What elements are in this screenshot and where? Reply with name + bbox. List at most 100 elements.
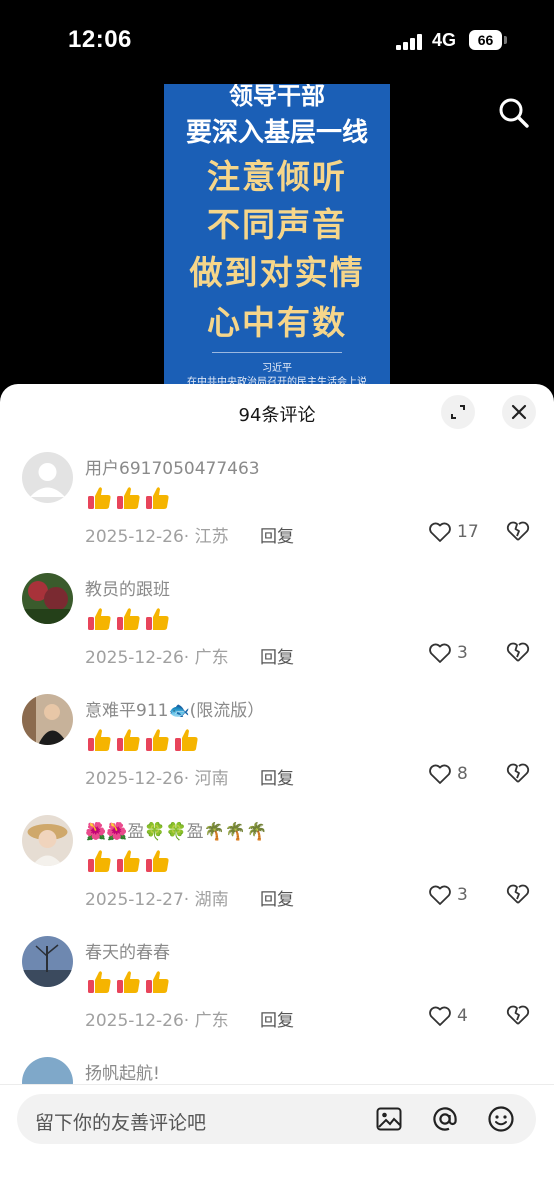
comment-username[interactable]: 用户6917050477463 — [85, 454, 260, 479]
thumbs-up-icon — [114, 605, 142, 633]
broken-heart-icon — [506, 884, 530, 904]
like-count: 3 — [457, 885, 468, 905]
dislike-button[interactable] — [506, 640, 530, 664]
comment-location: 广东 — [194, 648, 229, 668]
comment-location: 河南 — [194, 769, 229, 789]
comment-date: 2025-12-26 — [85, 769, 184, 789]
like-count: 3 — [457, 643, 468, 663]
emoji-button[interactable] — [487, 1105, 515, 1133]
thumbs-up-icon — [85, 484, 113, 512]
comment-meta: 2025-12-26· 广东 — [85, 1011, 229, 1031]
comment-meta: 2025-12-26· 广东 — [85, 648, 229, 668]
comment-item[interactable]: 用户6917050477463 2025-12-26· 江苏 回复 17 — [0, 452, 554, 572]
dislike-button[interactable] — [506, 1003, 530, 1027]
video-text-line: 心中有数 — [207, 303, 347, 342]
avatar[interactable] — [22, 815, 73, 866]
thumbs-up-icon — [114, 968, 142, 996]
comment-location: 湖南 — [194, 890, 229, 910]
thumbs-up-icon — [143, 726, 171, 754]
search-button[interactable] — [496, 95, 532, 131]
comment-location: 江苏 — [194, 527, 229, 547]
comment-date: 2025-12-26 — [85, 527, 184, 547]
thumbs-up-icon — [114, 726, 142, 754]
dislike-button[interactable] — [506, 882, 530, 906]
divider — [212, 352, 342, 353]
avatar[interactable] — [22, 452, 73, 503]
image-button[interactable] — [375, 1105, 403, 1133]
heart-icon — [429, 1006, 451, 1026]
comment-location: 广东 — [194, 1011, 229, 1031]
thumbs-up-icon — [143, 847, 171, 875]
expand-button[interactable] — [441, 395, 475, 429]
heart-icon — [429, 764, 451, 784]
broken-heart-icon — [506, 763, 530, 783]
search-icon — [499, 98, 529, 128]
video-caption-author: 习近平 — [262, 363, 292, 374]
broken-heart-icon — [506, 642, 530, 662]
broken-heart-icon — [506, 1005, 530, 1025]
comment-date: 2025-12-27 — [85, 890, 184, 910]
thumbs-up-icon — [85, 605, 113, 633]
comment-username[interactable]: 春天的春春 — [85, 938, 170, 963]
close-button[interactable] — [502, 395, 536, 429]
comment-item[interactable]: 🌺🌺盈🍀🍀盈🌴🌴🌴 2025-12-27· 湖南 回复 3 — [0, 815, 554, 935]
comment-text — [85, 605, 172, 635]
comment-input-placeholder: 留下你的友善评论吧 — [35, 1112, 207, 1134]
reply-button[interactable]: 回复 — [260, 643, 294, 668]
comment-text — [85, 726, 201, 756]
comment-item[interactable]: 春天的春春 2025-12-26· 广东 回复 4 — [0, 936, 554, 1056]
reply-button[interactable]: 回复 — [260, 764, 294, 789]
video-text-line: 领导干部 — [229, 84, 325, 110]
thumbs-up-icon — [85, 726, 113, 754]
comment-username[interactable]: 扬帆起航! — [85, 1059, 160, 1084]
video-text-line: 要深入基层一线 — [185, 118, 368, 148]
reply-button[interactable]: 回复 — [260, 522, 294, 547]
dislike-button[interactable] — [506, 761, 530, 785]
heart-icon — [429, 522, 451, 542]
expand-icon — [451, 405, 465, 419]
comment-username[interactable]: 意难平911🐟(限流版） — [85, 696, 264, 721]
video-caption-source: 在中共中央政治局召开的民主生活会上说 — [187, 377, 367, 384]
thumbs-up-icon — [143, 605, 171, 633]
comment-item[interactable]: 意难平911🐟(限流版） 2025-12-26· 河南 回复 8 — [0, 694, 554, 814]
mention-button[interactable] — [431, 1105, 459, 1133]
comment-sheet: 94条评论 用户6917050477463 2025-12-26· 江苏 回复 17 教… — [0, 384, 554, 1200]
image-icon — [376, 1107, 402, 1131]
emoji-icon — [488, 1106, 514, 1132]
video-text-line: 不同声音 — [207, 205, 347, 244]
like-count: 8 — [457, 764, 468, 784]
reply-button[interactable]: 回复 — [260, 885, 294, 910]
battery-icon: 66 — [469, 30, 502, 50]
status-bar: 12:06 4G 66 — [0, 0, 554, 80]
network-type: 4G — [432, 30, 457, 50]
comment-meta: 2025-12-26· 江苏 — [85, 527, 229, 547]
thumbs-up-icon — [114, 484, 142, 512]
heart-icon — [429, 885, 451, 905]
comment-meta: 2025-12-26· 河南 — [85, 769, 229, 789]
comment-item[interactable]: 教员的跟班 2025-12-26· 广东 回复 3 — [0, 573, 554, 693]
like-count: 17 — [457, 522, 479, 542]
comment-username[interactable]: 教员的跟班 — [85, 575, 170, 600]
reply-button[interactable]: 回复 — [260, 1006, 294, 1031]
battery-tip — [504, 36, 507, 44]
signal-icon — [396, 34, 426, 50]
status-time: 12:06 — [68, 26, 132, 53]
comment-date: 2025-12-26 — [85, 648, 184, 668]
comment-input[interactable]: 留下你的友善评论吧 — [17, 1094, 536, 1144]
video-text-line: 做到对实情 — [189, 253, 365, 292]
comment-date: 2025-12-26 — [85, 1011, 184, 1031]
comment-text — [85, 847, 172, 877]
close-icon — [511, 404, 527, 420]
comment-text — [85, 484, 172, 514]
thumbs-up-icon — [172, 726, 200, 754]
dislike-button[interactable] — [506, 519, 530, 543]
at-icon — [433, 1107, 457, 1131]
avatar[interactable] — [22, 573, 73, 624]
video-frame[interactable]: 领导干部 要深入基层一线 注意倾听 不同声音 做到对实情 心中有数 习近平 在中… — [164, 84, 390, 384]
avatar[interactable] — [22, 936, 73, 987]
video-text-line: 注意倾听 — [207, 157, 347, 196]
comment-meta: 2025-12-27· 湖南 — [85, 890, 229, 910]
comment-username[interactable]: 🌺🌺盈🍀🍀盈🌴🌴🌴 — [85, 817, 267, 842]
comment-input-bar: 留下你的友善评论吧 — [0, 1084, 554, 1201]
avatar[interactable] — [22, 694, 73, 745]
